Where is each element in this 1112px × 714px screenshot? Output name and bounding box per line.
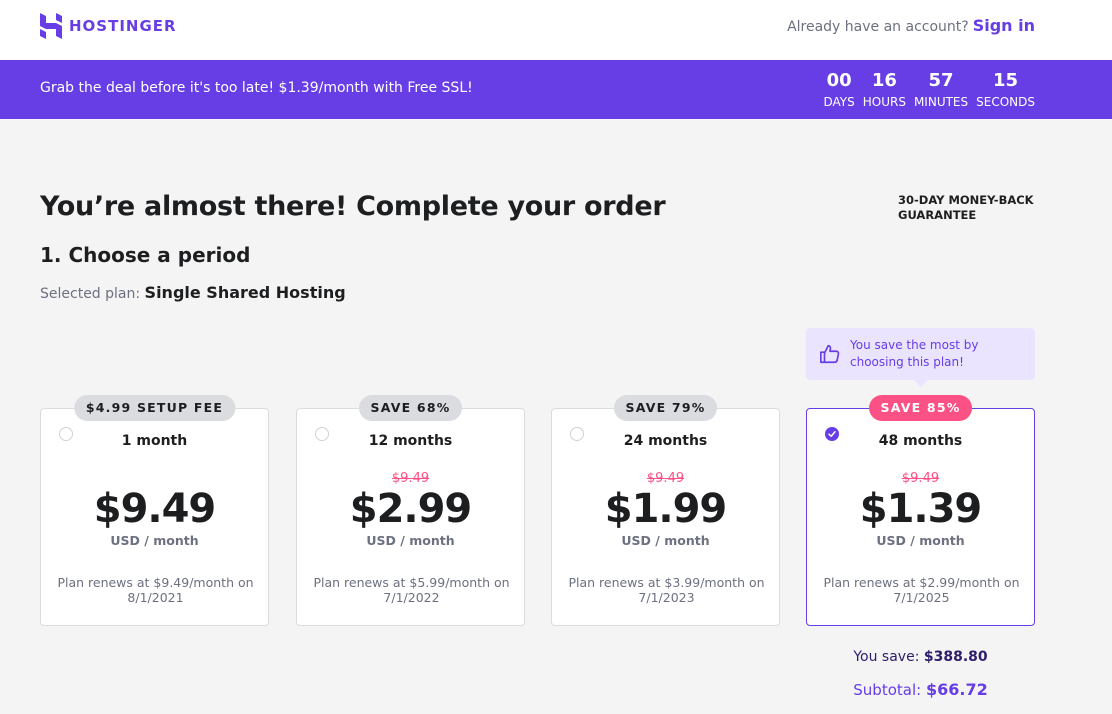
selected-plan-label: Selected plan:: [40, 286, 141, 302]
promo-banner: Grab the deal before it's too late! $1.3…: [0, 60, 1112, 119]
countdown-days-value: 00: [826, 70, 852, 91]
plan-period: 24 months: [623, 433, 708, 449]
hostinger-logo[interactable]: HOSTINGER: [40, 13, 177, 39]
plan-card-48-months[interactable]: SAVE 85% 48 months $9.49 $1.39 USD / mon…: [806, 395, 1035, 626]
countdown-days: 00 DAYS: [823, 70, 854, 110]
tooltip-text: You save the most by choosing this plan!: [850, 338, 979, 369]
plan-period: 48 months: [878, 433, 963, 449]
plan-price-unit: USD / month: [110, 533, 199, 548]
thumbs-up-icon: [820, 344, 840, 364]
countdown-minutes-value: 57: [928, 70, 954, 91]
plan-old-price: $9.49: [901, 471, 940, 486]
plan-card-24-months[interactable]: SAVE 79% 24 months $9.49 $1.99 USD / mon…: [551, 395, 780, 626]
plan-renewal-note: Plan renews at $2.99/month on 7/1/2025: [823, 575, 1020, 605]
plan-period: 12 months: [368, 433, 453, 449]
hostinger-logo-icon: [40, 13, 62, 39]
plan-badge: SAVE 79%: [613, 395, 718, 421]
plan-price-unit: USD / month: [621, 533, 710, 548]
subtotal-label: Subtotal:: [853, 681, 922, 699]
plan-card-1-month[interactable]: $4.99 SETUP FEE 1 month $9.49 USD / mont…: [40, 395, 269, 626]
subtotal-line: Subtotal: $66.72: [806, 680, 1035, 699]
plan-renewal-note: Plan renews at $3.99/month on 7/1/2023: [568, 575, 765, 605]
step-title: 1. Choose a period: [40, 243, 251, 267]
countdown-seconds-label: SECONDS: [976, 95, 1035, 109]
countdown-timer: 00 DAYS 16 HOURS 57 MINUTES 15 SECONDS: [823, 70, 1035, 110]
plan-badge: SAVE 68%: [358, 395, 463, 421]
plan-old-price: $9.49: [646, 471, 685, 486]
plan-price: $1.99: [604, 486, 728, 532]
brand-name: HOSTINGER: [69, 17, 177, 35]
top-header: HOSTINGER Already have an account? Sign …: [0, 0, 1112, 60]
countdown-minutes: 57 MINUTES: [914, 70, 968, 110]
countdown-minutes-label: MINUTES: [913, 95, 969, 109]
you-save-value: $388.80: [923, 649, 988, 665]
countdown-hours-value: 16: [871, 70, 897, 91]
plan-renewal-note: Plan renews at $9.49/month on 8/1/2021: [57, 575, 254, 605]
selected-plan-value: Single Shared Hosting: [144, 283, 346, 302]
money-back-guarantee: 30-DAY MONEY-BACK GUARANTEE: [898, 193, 1034, 222]
plan-old-price: $9.49: [391, 471, 430, 486]
plan-price: $2.99: [349, 486, 473, 532]
countdown-days-label: DAYS: [823, 95, 855, 109]
promo-text: Grab the deal before it's too late! $1.3…: [40, 80, 473, 96]
countdown-hours: 16 HOURS: [863, 70, 906, 110]
plan-badge: $4.99 SETUP FEE: [73, 395, 236, 421]
plan-price-unit: USD / month: [366, 533, 455, 548]
plan-price-unit: USD / month: [876, 533, 965, 548]
plan-price: $9.49: [93, 486, 217, 532]
countdown-hours-label: HOURS: [862, 95, 906, 109]
plan-renewal-note: Plan renews at $5.99/month on 7/1/2022: [313, 575, 510, 605]
account-prompt: Already have an account? Sign in: [787, 16, 1035, 35]
subtotal-value: $66.72: [925, 680, 988, 699]
plan-card-12-months[interactable]: SAVE 68% 12 months $9.49 $2.99 USD / mon…: [296, 395, 525, 626]
account-prompt-text: Already have an account?: [787, 19, 969, 35]
sign-in-link[interactable]: Sign in: [973, 16, 1035, 35]
plan-period: 1 month: [121, 433, 188, 449]
best-value-tooltip: You save the most by choosing this plan!: [806, 328, 1035, 387]
plan-price: $1.39: [859, 486, 983, 532]
plan-badge: SAVE 85%: [868, 395, 973, 421]
page-title: You’re almost there! Complete your order: [40, 191, 666, 222]
you-save-label: You save:: [853, 649, 920, 665]
you-save-line: You save: $388.80: [806, 649, 1035, 665]
countdown-seconds: 15 SECONDS: [976, 70, 1035, 110]
countdown-seconds-value: 15: [993, 70, 1019, 91]
selected-plan: Selected plan: Single Shared Hosting: [40, 283, 346, 302]
